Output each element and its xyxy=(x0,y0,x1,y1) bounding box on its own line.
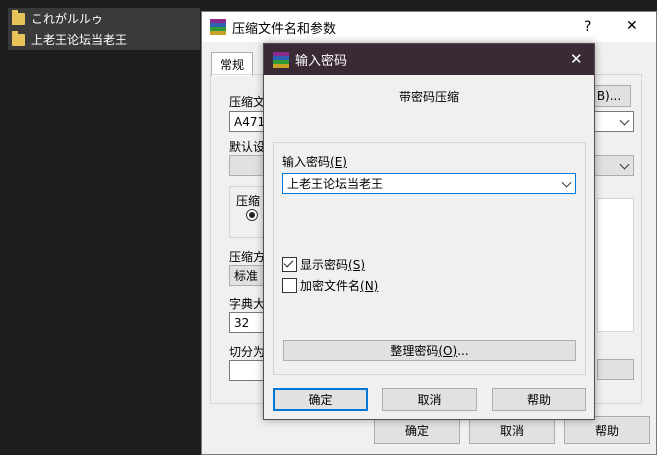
encrypt-names-checkbox[interactable]: 加密文件名(N) xyxy=(282,277,378,294)
list-item[interactable]: 上老王论坛当老王 xyxy=(8,29,200,50)
chevron-down-icon[interactable] xyxy=(561,177,572,188)
enter-password-label: 输入密码(E) xyxy=(282,155,347,169)
tab-general[interactable]: 常规 xyxy=(211,52,254,76)
dict-size-label: 字典大 xyxy=(229,297,266,311)
method-label: 压缩方 xyxy=(229,250,266,264)
set-button[interactable] xyxy=(597,359,634,380)
chevron-down-icon xyxy=(619,115,630,126)
cancel-button[interactable]: 取消 xyxy=(382,388,477,411)
dialog-subtitle: 带密码压缩 xyxy=(398,90,459,104)
ok-button[interactable]: 确定 xyxy=(273,388,368,411)
show-password-label: 显示密码(S) xyxy=(300,258,365,272)
close-icon[interactable]: ✕ xyxy=(626,18,638,34)
checkbox-checked[interactable] xyxy=(282,257,297,272)
ok-button[interactable]: 确定 xyxy=(374,416,460,444)
checkbox-unchecked[interactable] xyxy=(282,278,297,293)
dialog-title: 压缩文件名和参数 xyxy=(232,21,337,37)
winrar-icon xyxy=(210,19,226,35)
archive-name-label: 压缩文 xyxy=(229,95,266,109)
encrypt-names-label: 加密文件名(N) xyxy=(300,279,379,293)
list-item-label: これがルルゥ xyxy=(31,12,104,26)
password-dialog: 输入密码 ✕ 带密码压缩 输入密码(E) 上老王论坛当老王 显示密码(S) 加密… xyxy=(263,43,595,420)
close-icon[interactable]: ✕ xyxy=(570,50,583,68)
dialog-title: 输入密码 xyxy=(295,54,348,69)
password-input[interactable]: 上老王论坛当老王 xyxy=(282,173,576,194)
format-label: 压缩 xyxy=(236,192,261,209)
folder-icon xyxy=(12,9,25,25)
list-item[interactable]: これがルルゥ xyxy=(8,8,200,29)
help-icon[interactable]: ? xyxy=(584,19,591,35)
help-button[interactable]: 帮助 xyxy=(492,388,586,411)
chevron-down-icon xyxy=(619,159,630,170)
options-panel xyxy=(597,198,634,332)
title-bar: 输入密码 ✕ xyxy=(264,44,594,75)
organize-passwords-button[interactable]: 整理密码 (O)... xyxy=(283,340,576,361)
cancel-button[interactable]: 取消 xyxy=(469,416,555,444)
list-item-label: 上老王论坛当老王 xyxy=(31,33,128,47)
format-radio[interactable] xyxy=(246,209,258,221)
show-password-checkbox[interactable]: 显示密码(S) xyxy=(282,256,365,273)
winrar-icon xyxy=(273,51,289,68)
help-button[interactable]: 帮助 xyxy=(564,416,650,444)
title-bar: 压缩文件名和参数 ? ✕ xyxy=(202,12,656,42)
split-label: 切分为 xyxy=(229,345,266,359)
folder-icon xyxy=(12,30,25,46)
default-profile-label: 默认设 xyxy=(229,140,266,154)
